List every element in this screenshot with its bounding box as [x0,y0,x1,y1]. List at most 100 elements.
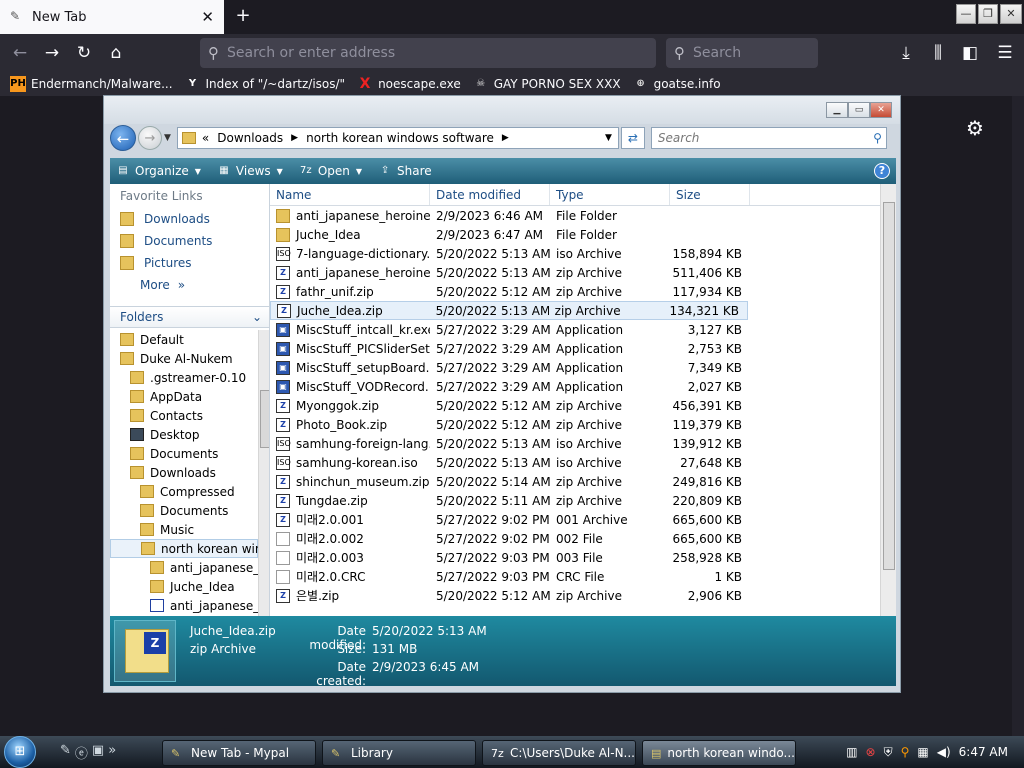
tree-item[interactable]: Downloads [110,463,258,482]
file-row[interactable]: Z 미래2.0.001 5/27/2022 9:02 PM 001 Archive 66… [270,510,896,529]
chevron-down-icon[interactable]: ▼ [605,133,612,143]
breadcrumb-current[interactable]: north korean windows software [306,131,494,145]
taskbar-item-library[interactable]: ✎ Library [322,740,476,766]
bookmark-3[interactable]: ☠ GAY PORNO SEX XXX [473,76,620,92]
file-row[interactable]: ▣ MiscStuff_PICSliderSet... 5/27/2022 3:29… [270,339,896,358]
column-header-size[interactable]: Size [670,184,750,205]
breadcrumb-downloads[interactable]: Downloads [217,131,283,145]
file-row[interactable]: Zanti_japanese_heroine.... 5/20/2022 5:13… [270,263,896,282]
volume-icon[interactable]: ◀) [937,745,951,759]
tree-item[interactable]: Music [110,520,258,539]
file-row[interactable]: Zfathr_unif.zip 5/20/2022 5:12 AM zip Arch… [270,282,896,301]
column-header-type[interactable]: Type [550,184,670,205]
share-button[interactable]: ⇪ Share [378,164,432,178]
chevron-right-icon[interactable]: ▶ [502,133,509,143]
taskbar-item-mypal[interactable]: ✎ New Tab - Mypal [162,740,316,766]
minimize-button[interactable]: — [956,4,976,24]
menu-icon[interactable]: ☰ [986,37,1024,69]
gear-icon[interactable]: ⚙ [966,116,984,140]
tree-item[interactable]: Desktop [110,425,258,444]
bookmark-4[interactable]: ⊕ goatse.info [633,76,720,92]
scrollbar-thumb[interactable] [260,390,269,448]
tree-item[interactable]: Default [110,330,258,349]
tree-item[interactable]: anti_japanese_he [110,596,258,615]
page-scrollbar[interactable] [1012,96,1024,736]
organize-button[interactable]: ▤ Organize ▼ [116,164,201,178]
explorer-maximize-button[interactable]: ▭ [848,102,870,118]
bookmark-2[interactable]: Xnoescape.exe [357,76,461,92]
search-bar[interactable]: ⚲ Search [666,38,818,68]
download-icon[interactable]: ⤓ [890,37,922,69]
column-header-date[interactable]: Date modified [430,184,550,205]
favorite-documents[interactable]: Documents [110,230,269,252]
folder-tree-scrollbar[interactable] [258,330,269,616]
file-list-scrollbar[interactable] [880,184,896,616]
explorer-titlebar[interactable] [104,96,900,124]
tree-item[interactable]: Documents [110,501,258,520]
ie-icon[interactable]: ⓔ [75,743,88,762]
favorite-pictures[interactable]: Pictures [110,252,269,274]
file-row[interactable]: ▣ MiscStuff_intcall_kr.exe 5/27/2022 3:29 … [270,320,896,339]
close-window-button[interactable]: ✕ [1000,4,1022,24]
file-row[interactable]: anti_japanese_heroine 2/9/2023 6:46 AM Fil… [270,206,896,225]
column-header-name[interactable]: Name [270,184,430,205]
file-row[interactable]: Z Photo_Book.zip 5/20/2022 5:12 AM zip Arch… [270,415,896,434]
open-button[interactable]: 7z Open ▼ [299,164,362,178]
file-row[interactable]: Juche_Idea 2/9/2023 6:47 AM File Folder [270,225,896,244]
file-row[interactable]: Z 은별.zip 5/20/2022 5:12 AM zip Archive 2,906… [270,586,896,605]
tray-search-icon[interactable]: ⚲ [901,745,910,759]
tree-item[interactable]: Duke Al-Nukem [110,349,258,368]
tree-item[interactable]: anti_japanese_he [110,558,258,577]
close-tab-icon[interactable]: ✕ [201,8,214,26]
file-row[interactable]: ISO samhung-korean.iso 5/20/2022 5:13 AM is… [270,453,896,472]
back-arrow-icon[interactable]: ← [110,125,136,151]
overflow-chevron-icon[interactable]: » [108,743,116,762]
file-row[interactable]: ISO samhung-foreign-lang... 5/20/2022 5:13… [270,434,896,453]
address-bar[interactable]: « Downloads ▶ north korean windows softw… [176,127,619,149]
file-row[interactable]: ISO 7-language-dictionary.... 5/20/2022 5:… [270,244,896,263]
mypal-icon[interactable]: ✎ [60,743,71,762]
file-row[interactable]: Z Myonggok.zip 5/20/2022 5:12 AM zip Archiv… [270,396,896,415]
tree-item[interactable]: .gstreamer-0.10 [110,368,258,387]
bookmark-0[interactable]: PH Endermanch/Malware... [10,76,173,92]
file-row[interactable]: ▣ MiscStuff_setupBoard.... 5/27/2022 3:29 … [270,358,896,377]
back-arrow-icon[interactable]: ← [4,37,36,69]
refresh-icon[interactable]: ⇄ [620,127,645,149]
tray-security-icon[interactable]: ⊗ [866,745,876,759]
taskbar-item-explorer[interactable]: ▤ north korean windo... [642,740,796,766]
tray-shield-icon[interactable]: ⛨ [884,745,893,760]
chevron-right-icon[interactable]: ▶ [291,133,298,143]
sidebar-icon[interactable]: ◧ [954,37,986,69]
tree-item[interactable]: north korean wind [110,539,258,558]
favorite-downloads[interactable]: Downloads [110,208,269,230]
new-tab-button[interactable]: + [232,5,254,27]
explorer-minimize-button[interactable]: ▁ [826,102,848,118]
tree-item[interactable]: Compressed [110,482,258,501]
network-icon[interactable]: ▦ [917,745,928,759]
explorer-close-button[interactable]: ✕ [870,102,892,118]
bookmark-1[interactable]: Y Index of "/~dartz/isos/" [185,76,345,92]
restore-button[interactable]: ❐ [978,4,998,24]
taskbar-item-7zip[interactable]: 7z C:\Users\Duke Al-N... [482,740,636,766]
file-row[interactable]: Zshinchun_museum.zip 5/20/2022 5:14 AM zip… [270,472,896,491]
chevron-down-icon[interactable]: ▼ [164,133,171,143]
help-icon[interactable]: ? [874,163,890,179]
views-button[interactable]: ▦ Views ▼ [217,164,283,178]
reload-icon[interactable]: ↻ [68,37,100,69]
file-row[interactable]: 미래2.0.002 5/27/2022 9:02 PM 002 File 665,60… [270,529,896,548]
file-row[interactable]: ▣ MiscStuff_VODRecord.... 5/27/2022 3:29 A… [270,377,896,396]
breadcrumb-overflow[interactable]: « [202,131,209,145]
folders-header[interactable]: Folders ⌄ [110,306,269,328]
file-row[interactable]: Z Tungdae.zip 5/20/2022 5:11 AM zip Archive… [270,491,896,510]
file-row[interactable]: Z Juche_Idea.zip 5/20/2022 5:13 AM zip Arch… [270,301,748,320]
show-desktop-icon[interactable]: ▣ [92,743,104,762]
home-icon[interactable]: ⌂ [100,37,132,69]
tree-item[interactable]: Contacts [110,406,258,425]
forward-arrow-icon[interactable]: → [138,126,162,150]
tree-item[interactable]: Documents [110,444,258,463]
tray-app-icon[interactable]: ▥ [846,745,857,759]
file-row[interactable]: 미래2.0.003 5/27/2022 9:03 PM 003 File 258,92… [270,548,896,567]
search-icon[interactable]: ⚲ [873,131,882,145]
scrollbar-thumb[interactable] [883,202,895,570]
tab-new-tab[interactable]: ✎ New Tab ✕ [0,0,224,34]
